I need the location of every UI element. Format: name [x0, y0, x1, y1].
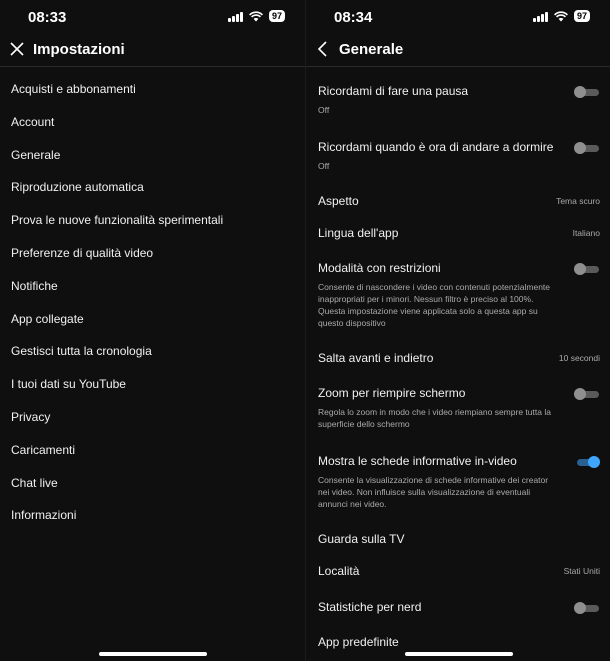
battery-icon: 97 — [573, 10, 590, 22]
status-bar: 08:33 97 — [0, 0, 305, 34]
menu-item-app-collegate[interactable]: App collegate — [0, 303, 305, 336]
menu-item-riproduzione[interactable]: Riproduzione automatica — [0, 171, 305, 204]
menu-item-chat-live[interactable]: Chat live — [0, 467, 305, 500]
setting-lingua[interactable]: Lingua dell'app Italiano — [306, 226, 610, 240]
settings-menu: Acquisti e abbonamenti Account Generale … — [0, 73, 305, 532]
menu-item-cronologia[interactable]: Gestisci tutta la cronologia — [0, 335, 305, 368]
back-arrow-icon[interactable] — [314, 40, 332, 58]
clock: 08:34 — [334, 9, 373, 26]
cellular-signal-icon — [532, 11, 548, 22]
setting-zoom[interactable]: Zoom per riempire schermo Regola lo zoom… — [306, 386, 610, 430]
setting-predefinite[interactable]: App predefinite — [306, 635, 610, 649]
menu-item-account[interactable]: Account — [0, 106, 305, 139]
menu-item-informazioni[interactable]: Informazioni — [0, 499, 305, 532]
localita-value: Stati Uniti — [563, 566, 600, 576]
setting-localita[interactable]: Località Stati Uniti — [306, 564, 610, 578]
menu-item-privacy[interactable]: Privacy — [0, 401, 305, 434]
home-indicator — [405, 652, 513, 656]
menu-item-acquisti[interactable]: Acquisti e abbonamenti — [0, 73, 305, 106]
menu-item-caricamenti[interactable]: Caricamenti — [0, 434, 305, 467]
settings-screen: 08:33 97 Impostazioni Acquisti e abbonam… — [0, 0, 305, 661]
restrizioni-toggle[interactable] — [574, 263, 600, 275]
menu-item-qualita[interactable]: Preferenze di qualità video — [0, 237, 305, 270]
wifi-icon — [554, 10, 568, 21]
battery-icon: 97 — [268, 10, 285, 22]
clock: 08:33 — [28, 9, 67, 26]
lingua-value: Italiano — [572, 228, 600, 238]
setting-restrizioni[interactable]: Modalità con restrizioni Consente di nas… — [306, 261, 610, 329]
setting-tv[interactable]: Guarda sulla TV — [306, 532, 610, 546]
nerd-toggle[interactable] — [574, 602, 600, 614]
zoom-toggle[interactable] — [574, 388, 600, 400]
home-indicator — [99, 652, 207, 656]
close-icon[interactable] — [8, 40, 26, 58]
dormire-toggle[interactable] — [574, 142, 600, 154]
setting-dormire[interactable]: Ricordami quando è ora di andare a dormi… — [306, 140, 610, 172]
setting-schede[interactable]: Mostra le schede informative in-video Co… — [306, 454, 610, 510]
setting-nerd[interactable]: Statistiche per nerd — [306, 600, 610, 614]
menu-item-sperimentali[interactable]: Prova le nuove funzionalità sperimentali — [0, 204, 305, 237]
setting-aspetto[interactable]: Aspetto Tema scuro — [306, 194, 610, 208]
aspetto-value: Tema scuro — [556, 196, 600, 206]
page-title: Generale — [339, 41, 404, 58]
menu-item-generale[interactable]: Generale — [0, 139, 305, 172]
menu-item-notifiche[interactable]: Notifiche — [0, 270, 305, 303]
app-header: Generale — [306, 34, 610, 67]
general-settings-screen: 08:34 97 Generale Ricordami di fare una … — [305, 0, 610, 661]
status-bar: 08:34 97 — [306, 0, 610, 34]
menu-item-dati[interactable]: I tuoi dati su YouTube — [0, 368, 305, 401]
cellular-signal-icon — [227, 11, 243, 22]
salta-value: 10 secondi — [558, 353, 600, 363]
pausa-toggle[interactable] — [574, 86, 600, 98]
setting-pausa[interactable]: Ricordami di fare una pausa Off — [306, 84, 610, 116]
schede-toggle[interactable] — [574, 456, 600, 468]
wifi-icon — [249, 10, 263, 21]
app-header: Impostazioni — [0, 34, 305, 67]
page-title: Impostazioni — [33, 41, 125, 58]
setting-salta[interactable]: Salta avanti e indietro 10 secondi — [306, 351, 610, 365]
